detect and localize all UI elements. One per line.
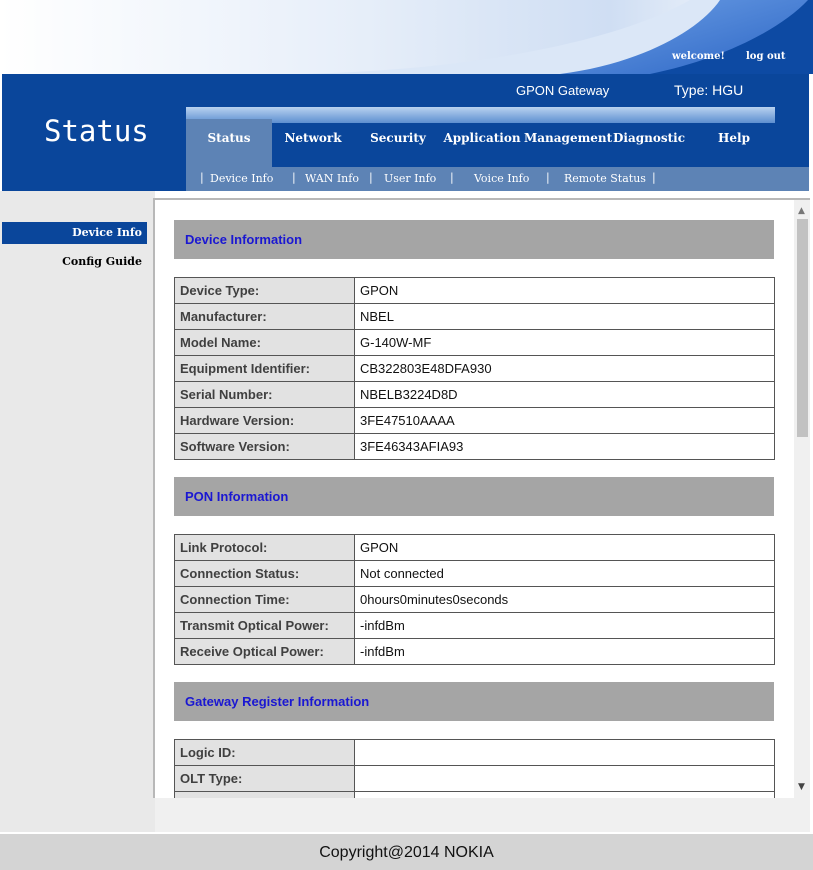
content-frame: Device Information Device Type: GPON Manu… (153, 198, 810, 798)
row-value: 0hours0minutes0seconds (354, 586, 775, 613)
table-row: OLT Type: (174, 765, 775, 792)
table-row: Serial Number: NBELB3224D8D (174, 381, 775, 408)
table-row: Connection Time: 0hours0minutes0seconds (174, 586, 775, 613)
copyright-text: Copyright@2014 NOKIA (319, 844, 494, 861)
table-row: Model Name: G-140W-MF (174, 329, 775, 356)
row-label: Transmit Optical Power: (174, 612, 355, 639)
table-row: Equipment Identifier: CB322803E48DFA930 (174, 355, 775, 382)
sidebar-item-device-info[interactable]: Device Info (2, 222, 147, 244)
row-value: GPON (354, 534, 775, 561)
table-row: Software Version: 3FE46343AFIA93 (174, 433, 775, 460)
footer: Copyright@2014 NOKIA (0, 834, 813, 870)
section-header-gateway: Gateway Register Information (174, 682, 774, 721)
sub-nav: | Device Info | WAN Info | User Info | V… (186, 167, 809, 191)
row-label: Connection Time: (174, 586, 355, 613)
row-label: Link Protocol: (174, 534, 355, 561)
row-label: Logic ID: (174, 739, 355, 766)
table-row: Transmit Optical Power: -infdBm (174, 612, 775, 639)
row-value: -infdBm (354, 638, 775, 665)
section-title: Gateway Register Information (185, 694, 370, 709)
subnav-remote-status[interactable]: Remote Status (564, 172, 646, 185)
row-value: GPON (354, 277, 775, 304)
row-value: NBELB3224D8D (354, 381, 775, 408)
sub-nav-separator: | (369, 171, 373, 184)
row-label: Receive Optical Power: (174, 638, 355, 665)
sub-nav-separator: | (450, 171, 454, 184)
table-row: Logic ID: (174, 739, 775, 766)
row-value: 3FE47510AAAA (354, 407, 775, 434)
pon-info-table: Link Protocol: GPON Connection Status: Not… (174, 534, 775, 665)
logout-link[interactable]: log out (746, 51, 786, 62)
row-value (354, 739, 775, 766)
subnav-wan-info[interactable]: WAN Info (305, 172, 359, 185)
table-row: Manufacturer: NBEL (174, 303, 775, 330)
row-value: G-140W-MF (354, 329, 775, 356)
sidebar-item-config-guide[interactable]: Config Guide (2, 251, 147, 273)
sub-nav-separator: | (292, 171, 296, 184)
row-value: 3FE46343AFIA93 (354, 433, 775, 460)
sidebar: Device Info Config Guide (0, 191, 155, 832)
tab-application[interactable]: Application (440, 119, 524, 167)
top-banner: welcome! log out (0, 0, 813, 74)
main-nav: Status Network Security Application Mana… (186, 119, 775, 167)
tab-security[interactable]: Security (366, 119, 430, 167)
scroll-up-arrow-icon[interactable]: ▲ (798, 207, 805, 216)
row-label: Software Version: (174, 433, 355, 460)
table-row: Connection Status: Not connected (174, 560, 775, 587)
row-label: Manufacturer: (174, 303, 355, 330)
tab-network[interactable]: Network (274, 119, 352, 167)
tab-help[interactable]: Help (706, 119, 762, 167)
row-label: OLT Type: (174, 765, 355, 792)
device-type-label: Type: HGU (674, 82, 744, 98)
welcome-text: welcome! (672, 51, 725, 62)
section-title: Device Information (185, 232, 303, 247)
scroll-thumb[interactable] (797, 219, 808, 437)
section-header-device: Device Information (174, 220, 774, 259)
row-value: Not connected (354, 560, 775, 587)
vertical-scrollbar[interactable]: ▲ ▼ (794, 200, 810, 798)
header: GPON Gateway Type: HGU Status Status Net… (2, 74, 809, 191)
table-row: Receive Optical Power: -infdBm (174, 638, 775, 665)
row-label: Model Name: (174, 329, 355, 356)
section-title: PON Information (185, 489, 289, 504)
subnav-device-info[interactable]: Device Info (210, 172, 273, 185)
row-value: -infdBm (354, 612, 775, 639)
subnav-user-info[interactable]: User Info (384, 172, 436, 185)
device-info-table: Device Type: GPON Manufacturer: NBEL Model… (174, 277, 775, 460)
table-row: Link Protocol: GPON (174, 534, 775, 561)
tab-management[interactable]: Management (524, 119, 612, 167)
sub-nav-separator: | (652, 171, 656, 184)
sub-nav-separator: | (200, 171, 204, 184)
section-header-pon: PON Information (174, 477, 774, 516)
content-bottom-strip (155, 798, 810, 832)
row-label: Connection Status: (174, 560, 355, 587)
row-label: Device Type: (174, 277, 355, 304)
tab-status[interactable]: Status (186, 119, 272, 167)
banner-swoosh-graphic (0, 0, 813, 74)
row-value (354, 765, 775, 792)
sub-nav-separator: | (546, 171, 550, 184)
product-name: GPON Gateway (516, 83, 610, 98)
page-title: Status (44, 114, 149, 148)
row-value: CB322803E48DFA930 (354, 355, 775, 382)
scroll-down-arrow-icon[interactable]: ▼ (798, 783, 805, 792)
gateway-info-table: Logic ID: OLT Type: (174, 739, 775, 798)
table-row: Device Type: GPON (174, 277, 775, 304)
table-row: Hardware Version: 3FE47510AAAA (174, 407, 775, 434)
row-label: Equipment Identifier: (174, 355, 355, 382)
tab-diagnostic[interactable]: Diagnostic (610, 119, 688, 167)
row-label: Serial Number: (174, 381, 355, 408)
row-value: NBEL (354, 303, 775, 330)
row-label: Hardware Version: (174, 407, 355, 434)
subnav-voice-info[interactable]: Voice Info (474, 172, 529, 185)
